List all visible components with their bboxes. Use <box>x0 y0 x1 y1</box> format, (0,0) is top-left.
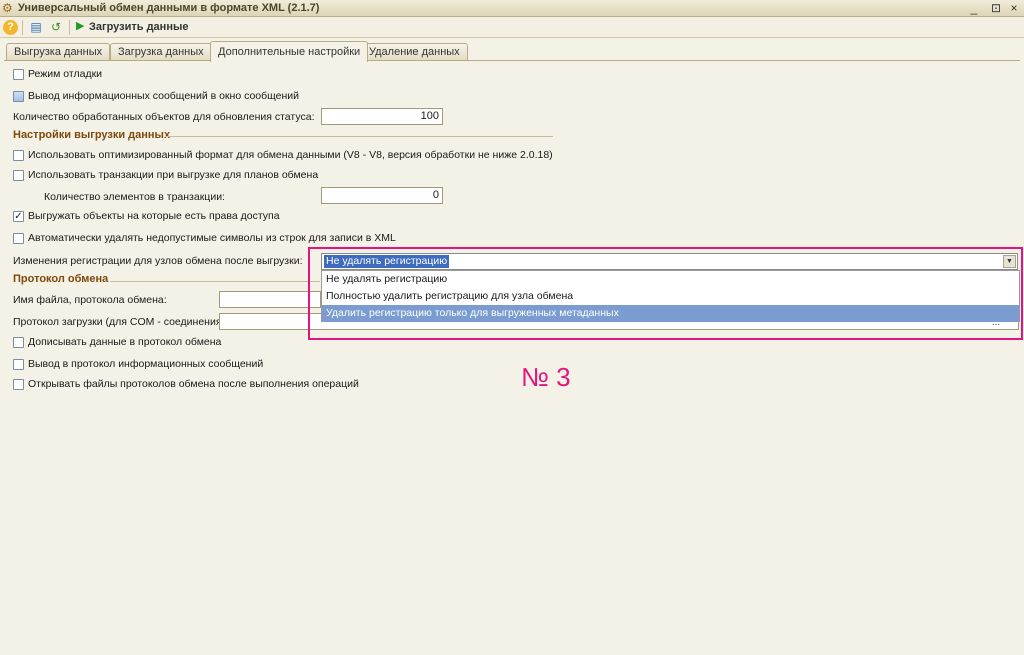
protocol-section-title: Протокол обмена <box>13 273 109 285</box>
remove-invalid-label: Автоматически удалять недопустимые симво… <box>28 232 396 244</box>
optimized-format-label: Использовать оптимизированный формат для… <box>28 149 553 161</box>
debug-mode-checkbox[interactable] <box>13 69 24 80</box>
toolbar-separator <box>69 20 70 35</box>
append-data-label: Дописывать данные в протокол обмена <box>28 336 222 348</box>
tab-divider <box>4 60 1020 61</box>
debug-mode-label: Режим отладки <box>28 68 103 80</box>
objects-count-label: Количество обработанных объектов для обн… <box>13 111 315 123</box>
load-protocol-label: Протокол загрузки (для COM - соединения)… <box>13 316 228 328</box>
section-divider <box>165 136 553 137</box>
append-data-checkbox[interactable] <box>13 337 24 348</box>
title-bar: ⚙ Универсальный обмен данными в формате … <box>0 0 1024 17</box>
info-to-protocol-checkbox[interactable] <box>13 359 24 370</box>
info-to-protocol-label: Вывод в протокол информационных сообщени… <box>28 358 264 370</box>
restore-settings-icon[interactable]: ↺ <box>48 19 64 35</box>
protocol-file-label: Имя файла, протокола обмена: <box>13 294 167 306</box>
minimize-icon[interactable]: _ <box>966 0 982 16</box>
app-icon: ⚙ <box>2 1 13 15</box>
optimized-format-checkbox[interactable] <box>13 150 24 161</box>
tab-delete[interactable]: Удаление данных <box>361 43 468 61</box>
info-messages-label: Вывод информационных сообщений в окно со… <box>28 90 300 102</box>
open-files-checkbox[interactable] <box>13 379 24 390</box>
close-icon[interactable]: × <box>1006 0 1022 16</box>
transaction-count-label: Количество элементов в транзакции: <box>44 191 225 203</box>
objects-count-field[interactable]: 100 <box>321 108 443 125</box>
play-icon[interactable]: ▶ <box>76 19 84 32</box>
section-divider <box>110 281 320 282</box>
transaction-count-value: 0 <box>432 189 439 201</box>
protocol-file-field[interactable] <box>219 291 321 308</box>
transaction-count-field[interactable]: 0 <box>321 187 443 204</box>
open-files-label: Открывать файлы протоколов обмена после … <box>28 378 359 390</box>
tab-import[interactable]: Загрузка данных <box>110 43 212 61</box>
highlight-frame <box>308 247 1023 340</box>
tab-export[interactable]: Выгрузка данных <box>6 43 111 61</box>
tab-bar: Выгрузка данных Загрузка данных Дополнит… <box>0 41 1024 62</box>
tab-additional-settings[interactable]: Дополнительные настройки <box>210 41 369 62</box>
help-icon[interactable]: ? <box>3 20 18 35</box>
info-messages-checkbox[interactable] <box>13 91 24 102</box>
toolbar-separator <box>22 20 23 35</box>
toolbar: ? ▤ ↺ ▶ Загрузить данные <box>0 17 1024 38</box>
load-data-button[interactable]: Загрузить данные <box>89 21 188 33</box>
export-section-title: Настройки выгрузки данных <box>13 129 171 141</box>
remove-invalid-checkbox[interactable] <box>13 233 24 244</box>
use-transactions-checkbox[interactable] <box>13 170 24 181</box>
objects-count-value: 100 <box>420 110 439 122</box>
annotation-label: № 3 <box>521 362 571 392</box>
access-rights-label: Выгружать объекты на которые есть права … <box>28 210 280 222</box>
restore-icon[interactable]: ⊡ <box>988 0 1004 16</box>
access-rights-checkbox[interactable]: ✓ <box>13 211 24 222</box>
registration-change-label: Изменения регистрации для узлов обмена п… <box>13 255 303 267</box>
window-title: Универсальный обмен данными в формате XM… <box>18 2 320 14</box>
save-settings-icon[interactable]: ▤ <box>28 19 44 35</box>
use-transactions-label: Использовать транзакции при выгрузке для… <box>28 169 319 181</box>
